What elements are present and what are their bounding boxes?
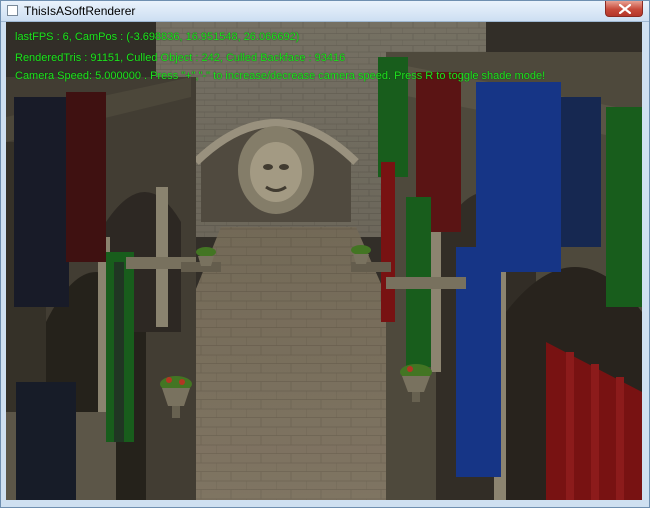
title-bar[interactable]: ThisIsASoftRenderer — [1, 1, 649, 22]
render-viewport[interactable]: lastFPS : 6, CamPos : (-3.698836, 16.951… — [6, 22, 642, 500]
window-title: ThisIsASoftRenderer — [24, 4, 136, 18]
hud-fps-campos: lastFPS : 6, CamPos : (-3.698836, 16.951… — [15, 31, 300, 43]
window-app-icon — [7, 5, 18, 16]
hud-render-stats: RenderedTris : 91151, Culled Object : 24… — [15, 52, 346, 64]
close-icon — [619, 4, 631, 14]
sponza-scene — [6, 22, 642, 500]
close-button[interactable] — [605, 1, 643, 17]
hud-camera-speed: Camera Speed: 5.000000 . Press "+","-" t… — [15, 70, 546, 82]
app-window: ThisIsASoftRenderer lastFPS: 6, CamPos … — [0, 0, 650, 508]
